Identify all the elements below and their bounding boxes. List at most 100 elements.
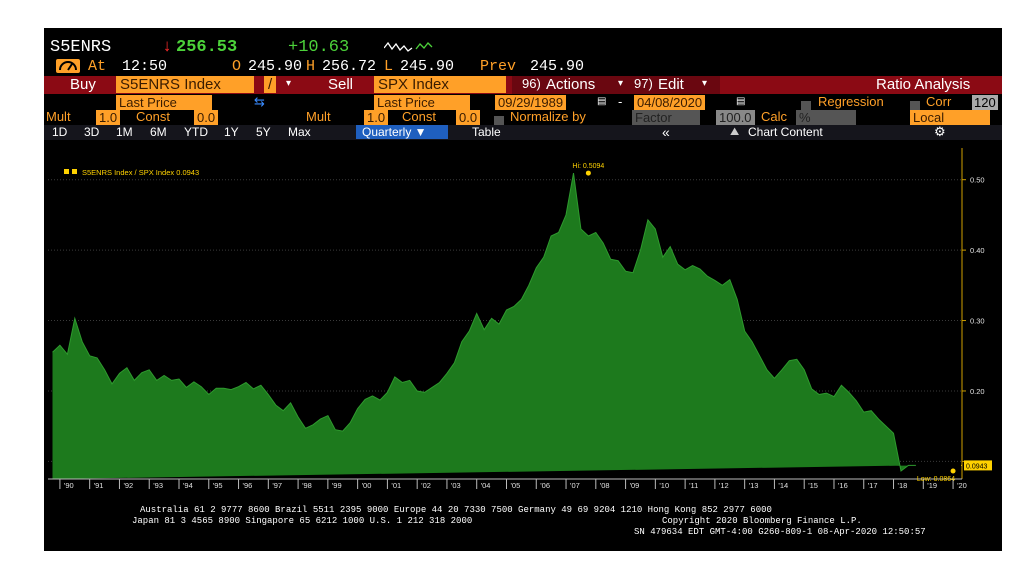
legend-swatch-2 (72, 169, 77, 174)
at-label: At (88, 58, 107, 75)
x-axis: '90 '91 '92 '93 '94 '95 '96 '97 '98 '99 '00 '01 '02 '… (48, 478, 967, 490)
bloomberg-icon (383, 40, 444, 60)
x-tick-label-3: '93 (153, 481, 163, 490)
prev-value: 245.90 (530, 58, 585, 75)
ticker-symbol: S5ENRS (50, 38, 112, 57)
sell-mult-field[interactable]: 1.0 (364, 110, 389, 125)
footer-copyright: Copyright 2020 Bloomberg Finance L.P. (662, 516, 862, 526)
period-1m[interactable]: 1M (116, 125, 133, 139)
x-tick-label-20: '10 (659, 481, 669, 490)
actions-dropdown-icon[interactable]: ▾ (618, 78, 623, 89)
x-tick-label-19: '09 (630, 481, 640, 490)
timezone-select[interactable]: Local (910, 110, 990, 125)
calc-select[interactable]: % (796, 110, 856, 125)
low-annotation: Low: 0.0864 (917, 476, 955, 483)
buy-const-field[interactable]: 0.0 (194, 110, 219, 125)
x-tick-label-5: '95 (213, 481, 223, 490)
series-area (52, 173, 916, 479)
regression-label: Regression (818, 94, 884, 109)
start-date-field[interactable]: 09/29/1989 (495, 95, 567, 110)
chart-area (52, 173, 916, 479)
chart-content-icon: ⛰ (730, 126, 740, 138)
gear-icon[interactable]: ⚙ (934, 124, 946, 140)
footer-phones-1: Australia 61 2 9777 8600 Brazil 5511 239… (140, 505, 772, 515)
x-tick-label-0: '90 (64, 481, 74, 490)
x-tick-label-8: '98 (302, 481, 312, 490)
chart-content-button[interactable]: Chart Content (748, 125, 823, 139)
footer-session: SN 479634 EDT GMT-4:00 G260-809-1 08-Apr… (634, 527, 926, 537)
high-point-marker (585, 170, 591, 176)
low-value: 245.90 (400, 58, 455, 75)
start-calendar-icon[interactable]: ▤ (597, 96, 606, 107)
adjustment-row: Mult 1.0 Const 0.0 Mult 1.0 Const 0.0 No… (44, 109, 1002, 126)
end-date-field[interactable]: 04/08/2020 (634, 95, 706, 110)
x-tick-label-28: '18 (898, 481, 908, 490)
down-arrow-icon: ↓ (162, 38, 173, 57)
period-5y[interactable]: 5Y (256, 125, 271, 139)
high-label: H (306, 58, 316, 75)
normalize-select[interactable]: Factor (632, 110, 700, 125)
x-tick-label-13: '03 (451, 481, 461, 490)
buy-const-label: Const (136, 109, 170, 124)
sell-const-field[interactable]: 0.0 (456, 110, 481, 125)
buy-mult-label: Mult (46, 109, 71, 124)
open-value: 245.90 (248, 58, 303, 75)
actions-edit-strip (512, 76, 720, 94)
period-1d[interactable]: 1D (52, 125, 67, 139)
date-range-row: Last Price ⇆ Last Price 09/29/1989 ▤ - 0… (44, 94, 1002, 111)
buy-security-field[interactable]: S5ENRS Index (116, 76, 254, 93)
chart-legend: S5ENRS Index / SPX Index 0.0943 (64, 168, 199, 177)
x-tick-label-10: '00 (362, 481, 372, 490)
buy-label: Buy (70, 76, 96, 93)
actions-menu[interactable]: Actions (546, 76, 595, 93)
corr-window-field[interactable]: 120 (972, 95, 998, 110)
x-tick-label-16: '06 (540, 481, 550, 490)
buy-field-select[interactable]: Last Price (116, 95, 212, 110)
sell-field-select[interactable]: Last Price (374, 95, 470, 110)
sell-mult-label: Mult (306, 109, 331, 124)
period-bar: 1D 3D 1M 6M YTD 1Y 5Y Max Quarterly ▼ Ta… (44, 124, 1002, 140)
actions-number: 96) (522, 76, 541, 91)
frequency-select[interactable]: Quarterly ▼ (356, 125, 448, 139)
screen-title: Ratio Analysis (876, 76, 971, 93)
y-tick-label-3: 0.40 (970, 246, 985, 255)
x-tick-label-4: '94 (183, 481, 193, 490)
date-separator: - (618, 94, 623, 109)
low-label: L (384, 58, 394, 75)
period-6m[interactable]: 6M (150, 125, 167, 139)
period-ytd[interactable]: YTD (184, 125, 208, 139)
x-tick-label-12: '02 (421, 481, 431, 490)
edit-menu[interactable]: Edit (658, 76, 684, 93)
open-label: O (232, 58, 242, 75)
period-1y[interactable]: 1Y (224, 125, 239, 139)
period-max[interactable]: Max (288, 125, 311, 139)
alert-icon[interactable] (56, 59, 80, 73)
footer: Australia 61 2 9777 8600 Brazil 5511 239… (44, 502, 1002, 551)
operator-dropdown-icon[interactable]: ▾ (286, 78, 291, 89)
edit-dropdown-icon[interactable]: ▾ (702, 78, 707, 89)
buy-mult-field[interactable]: 1.0 (96, 110, 121, 125)
sell-security-field[interactable]: SPX Index (374, 76, 506, 93)
calc-label: Calc (761, 109, 788, 124)
y-tick-label-1: 0.20 (970, 387, 985, 396)
y-tick-label-2: 0.30 (970, 317, 985, 326)
quote-time: 12:50 (122, 58, 168, 75)
operator-field[interactable]: / (264, 76, 277, 93)
normalize-label: Normalize by (510, 109, 586, 124)
x-tick-label-15: '05 (510, 481, 520, 490)
footer-phones-2: Japan 81 3 4565 8900 Singapore 65 6212 1… (132, 516, 473, 526)
factor-field[interactable]: 100.0 (716, 110, 755, 125)
edit-number: 97) (634, 76, 653, 91)
end-calendar-icon[interactable]: ▤ (736, 96, 745, 107)
high-annotation: Hi: 0.5094 (572, 163, 604, 170)
collapse-button[interactable]: « (662, 124, 670, 140)
swap-icon[interactable]: ⇆ (254, 94, 265, 110)
price-change: +10.63 (288, 38, 350, 57)
quote-header: S5ENRS ↓ 256.53 +10.63 (44, 38, 1002, 58)
x-tick-label-18: '08 (600, 481, 610, 490)
table-button[interactable]: Table (472, 125, 501, 139)
period-3d[interactable]: 3D (84, 125, 99, 139)
sell-label: Sell (328, 76, 354, 93)
high-value: 256.72 (322, 58, 377, 75)
x-tick-label-1: '91 (94, 481, 104, 490)
